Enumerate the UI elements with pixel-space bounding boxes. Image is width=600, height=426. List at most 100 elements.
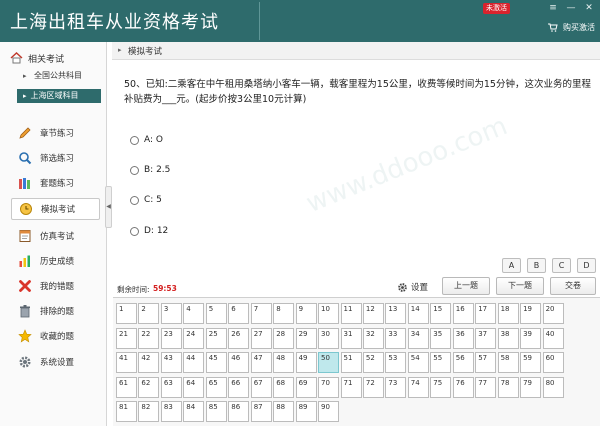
- question-number-cell[interactable]: 28: [273, 327, 295, 349]
- question-number-cell[interactable]: 40: [542, 327, 564, 349]
- answer-c-button[interactable]: C: [552, 258, 571, 273]
- question-number-cell[interactable]: 21: [116, 327, 137, 349]
- sidebar-item-settings[interactable]: 系统设置: [0, 351, 107, 373]
- question-number-cell[interactable]: 62: [138, 376, 160, 398]
- question-number-cell[interactable]: 87: [250, 401, 272, 422]
- question-number-cell[interactable]: 49: [295, 352, 317, 373]
- question-number-cell[interactable]: 64: [183, 376, 205, 398]
- sidebar-item-excluded[interactable]: 排除的题: [0, 300, 107, 322]
- question-number-cell[interactable]: 17: [475, 303, 497, 324]
- question-number-cell[interactable]: 50: [318, 352, 339, 373]
- question-number-cell[interactable]: 46: [228, 352, 250, 373]
- question-number-cell[interactable]: 19: [520, 303, 542, 324]
- question-number-cell[interactable]: 42: [138, 352, 160, 373]
- question-number-cell[interactable]: 65: [205, 376, 227, 398]
- settings-button[interactable]: 设置: [397, 280, 428, 294]
- radio-button[interactable]: [130, 165, 139, 175]
- question-number-cell[interactable]: 22: [138, 327, 160, 349]
- cart-icon[interactable]: [548, 23, 558, 32]
- question-number-cell[interactable]: 67: [250, 376, 272, 398]
- question-number-cell[interactable]: 47: [250, 352, 272, 373]
- question-number-cell[interactable]: 4: [183, 303, 205, 324]
- question-number-cell[interactable]: 90: [318, 401, 339, 422]
- question-number-cell[interactable]: 37: [475, 327, 497, 349]
- question-number-cell[interactable]: 2: [138, 303, 160, 324]
- question-number-cell[interactable]: 29: [295, 327, 317, 349]
- question-number-cell[interactable]: 3: [160, 303, 182, 324]
- option-a[interactable]: A: O: [130, 133, 163, 147]
- question-number-cell[interactable]: 82: [138, 401, 160, 422]
- question-number-cell[interactable]: 66: [228, 376, 250, 398]
- radio-button[interactable]: [130, 195, 139, 205]
- question-number-cell[interactable]: 1: [116, 303, 137, 324]
- question-number-cell[interactable]: 51: [340, 352, 362, 373]
- question-number-cell[interactable]: 55: [430, 352, 452, 373]
- answer-a-button[interactable]: A: [502, 258, 521, 273]
- question-number-cell[interactable]: 20: [542, 303, 564, 324]
- question-number-cell[interactable]: 36: [452, 327, 474, 349]
- question-number-cell[interactable]: 6: [228, 303, 250, 324]
- question-number-cell[interactable]: 33: [385, 327, 407, 349]
- question-number-cell[interactable]: 57: [475, 352, 497, 373]
- sidebar-item-set-practice[interactable]: 套题练习: [0, 172, 107, 194]
- question-number-cell[interactable]: 30: [318, 327, 339, 349]
- question-number-cell[interactable]: 83: [160, 401, 182, 422]
- question-number-cell[interactable]: 79: [520, 376, 542, 398]
- question-number-cell[interactable]: 39: [520, 327, 542, 349]
- radio-button[interactable]: [130, 226, 139, 236]
- question-number-cell[interactable]: 88: [273, 401, 295, 422]
- sidebar-collapse-handle[interactable]: ◀: [105, 186, 112, 228]
- question-number-cell[interactable]: 24: [183, 327, 205, 349]
- question-number-cell[interactable]: 74: [407, 376, 429, 398]
- not-activated-badge[interactable]: 未激活: [483, 3, 510, 14]
- question-number-cell[interactable]: 25: [205, 327, 227, 349]
- question-number-cell[interactable]: 9: [295, 303, 317, 324]
- question-number-cell[interactable]: 12: [362, 303, 384, 324]
- question-number-cell[interactable]: 5: [205, 303, 227, 324]
- sidebar-item-chapter-practice[interactable]: 章节练习: [0, 122, 107, 144]
- question-number-cell[interactable]: 56: [452, 352, 474, 373]
- option-d[interactable]: D: 12: [130, 224, 168, 238]
- question-number-cell[interactable]: 85: [205, 401, 227, 422]
- sidebar-item-simulation-exam[interactable]: 仿真考试: [0, 225, 107, 247]
- sidebar-group-header[interactable]: 相关考试: [10, 51, 64, 65]
- question-number-cell[interactable]: 69: [295, 376, 317, 398]
- question-number-cell[interactable]: 38: [497, 327, 519, 349]
- question-number-cell[interactable]: 15: [430, 303, 452, 324]
- question-number-cell[interactable]: 75: [430, 376, 452, 398]
- question-number-cell[interactable]: 16: [452, 303, 474, 324]
- question-number-cell[interactable]: 59: [520, 352, 542, 373]
- question-number-cell[interactable]: 31: [340, 327, 362, 349]
- sidebar-subitem-shanghai[interactable]: ▸ 上海区域科目: [17, 89, 101, 103]
- question-number-cell[interactable]: 70: [318, 376, 339, 398]
- question-number-cell[interactable]: 73: [385, 376, 407, 398]
- question-number-cell[interactable]: 35: [430, 327, 452, 349]
- question-number-cell[interactable]: 34: [407, 327, 429, 349]
- sidebar-item-favorites[interactable]: 收藏的题: [0, 325, 107, 347]
- question-number-cell[interactable]: 18: [497, 303, 519, 324]
- sidebar-item-filter-practice[interactable]: 筛选练习: [0, 147, 107, 169]
- question-number-cell[interactable]: 89: [295, 401, 317, 422]
- buy-activate-link[interactable]: 购买激活: [563, 22, 595, 33]
- question-number-cell[interactable]: 26: [228, 327, 250, 349]
- sidebar-item-my-mistakes[interactable]: 我的错题: [0, 275, 107, 297]
- option-b[interactable]: B: 2.5: [130, 163, 170, 177]
- answer-d-button[interactable]: D: [577, 258, 596, 273]
- question-number-cell[interactable]: 80: [542, 376, 564, 398]
- question-number-cell[interactable]: 10: [318, 303, 339, 324]
- close-icon[interactable]: ✕: [583, 2, 595, 14]
- sidebar-item-history-scores[interactable]: 历史成绩: [0, 250, 107, 272]
- submit-exam-button[interactable]: 交卷: [550, 277, 596, 295]
- question-number-cell[interactable]: 78: [497, 376, 519, 398]
- question-number-cell[interactable]: 76: [452, 376, 474, 398]
- sidebar-subitem-national[interactable]: 全国公共科目: [34, 69, 82, 83]
- question-number-cell[interactable]: 44: [183, 352, 205, 373]
- question-number-cell[interactable]: 41: [116, 352, 137, 373]
- next-question-button[interactable]: 下一题: [496, 277, 544, 295]
- question-number-cell[interactable]: 11: [340, 303, 362, 324]
- question-number-cell[interactable]: 61: [116, 376, 137, 398]
- minimize-icon[interactable]: —: [565, 2, 577, 14]
- question-number-cell[interactable]: 13: [385, 303, 407, 324]
- option-c[interactable]: C: 5: [130, 193, 162, 207]
- question-number-cell[interactable]: 86: [228, 401, 250, 422]
